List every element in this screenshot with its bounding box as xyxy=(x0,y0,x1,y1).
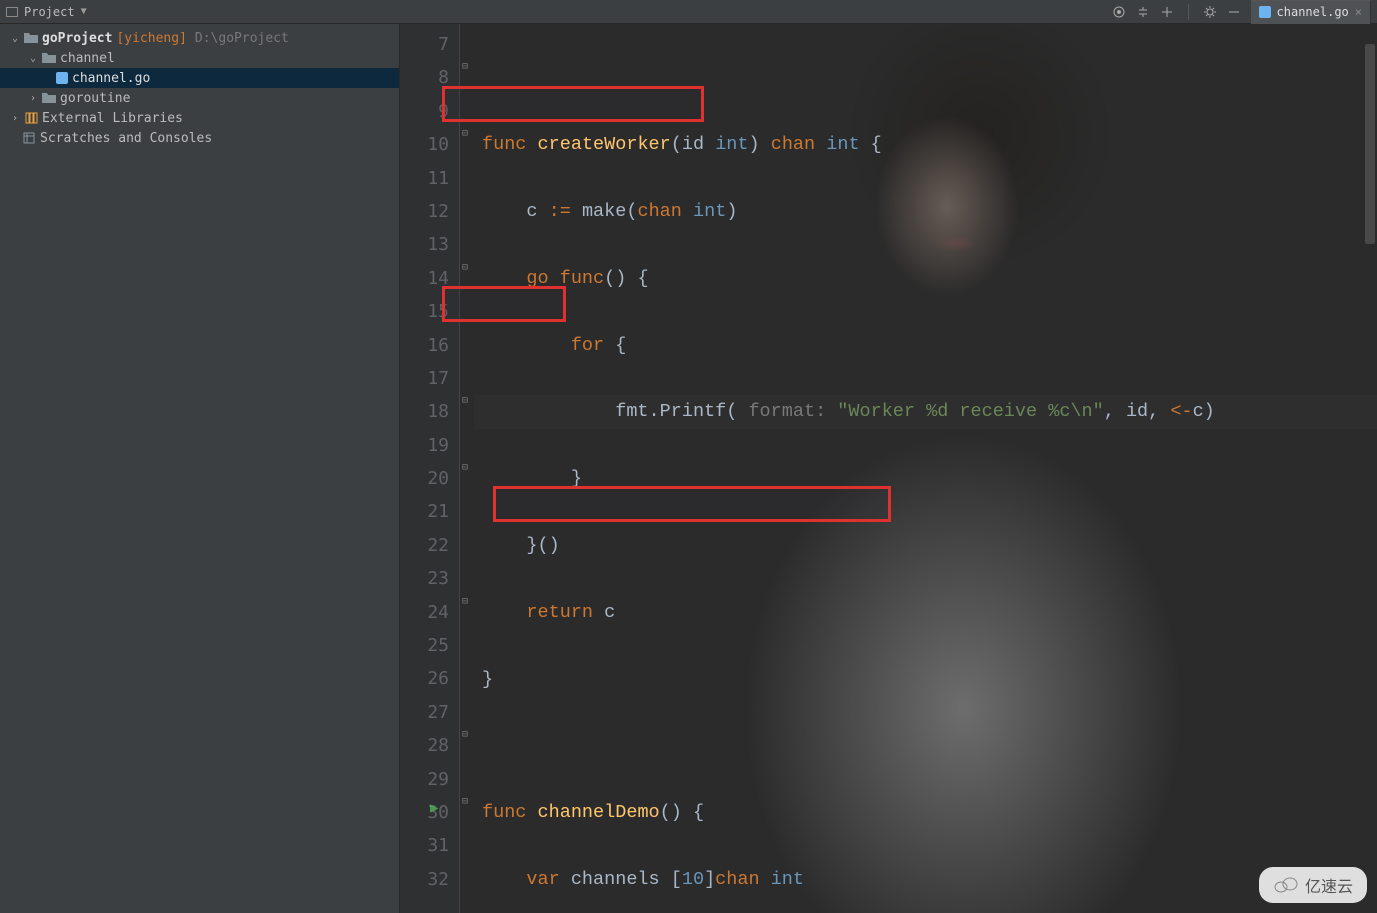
tab-label: channel.go xyxy=(1277,5,1349,19)
line-number[interactable]: 9 xyxy=(400,95,449,128)
code-line[interactable]: var channels [10]chan int xyxy=(474,863,1377,896)
scratches-label: Scratches and Consoles xyxy=(40,131,212,146)
code-area[interactable]: func createWorker(id int) chan int { c :… xyxy=(474,24,1377,913)
chevron-down-icon[interactable]: ⌄ xyxy=(28,53,38,64)
line-number[interactable]: 7 xyxy=(400,28,449,61)
code-line[interactable]: }() xyxy=(474,529,1377,562)
line-number[interactable]: 20 xyxy=(400,462,449,495)
line-number[interactable]: 11 xyxy=(400,162,449,195)
line-number[interactable]: 10 xyxy=(400,128,449,161)
line-number[interactable]: 21 xyxy=(400,495,449,528)
line-number[interactable]: 30 xyxy=(400,796,449,829)
line-number[interactable]: 18 xyxy=(400,395,449,428)
line-number[interactable]: 28 xyxy=(400,729,449,762)
tree-ext-libs[interactable]: › External Libraries xyxy=(0,108,399,128)
top-bar: Project ▼ channel.go × xyxy=(0,0,1377,24)
run-icon[interactable]: ▶ xyxy=(430,800,438,816)
line-gutter[interactable]: 7891011121314151617181920212223242526272… xyxy=(400,24,460,913)
chevron-down-icon: ▼ xyxy=(81,6,87,17)
fold-marker[interactable]: ⊟ xyxy=(460,61,470,71)
code-line[interactable]: for { xyxy=(474,329,1377,362)
code-line[interactable]: return c xyxy=(474,596,1377,629)
fold-marker[interactable]: ⊟ xyxy=(460,596,470,606)
gear-icon[interactable] xyxy=(1203,5,1217,19)
channel-dir-label: channel xyxy=(60,51,115,66)
root-branch: [yicheng] xyxy=(116,31,186,46)
line-number[interactable]: 8 xyxy=(400,61,449,94)
chevron-right-icon[interactable]: › xyxy=(10,113,20,124)
fold-marker[interactable]: ⊟ xyxy=(460,462,470,472)
line-number[interactable]: 27 xyxy=(400,696,449,729)
code-line[interactable]: func channelDemo() { xyxy=(474,796,1377,829)
line-number[interactable]: 12 xyxy=(400,195,449,228)
go-file-icon xyxy=(1259,6,1271,18)
window-icon xyxy=(6,7,18,17)
watermark: 亿速云 xyxy=(1259,867,1367,903)
line-number[interactable]: 19 xyxy=(400,429,449,462)
fold-marker[interactable]: ⊟ xyxy=(460,395,470,405)
tree-channel-file[interactable]: channel.go xyxy=(0,68,399,88)
library-icon xyxy=(24,111,38,125)
code-line[interactable] xyxy=(474,729,1377,762)
fold-marker[interactable]: ⊟ xyxy=(460,796,470,806)
root-name: goProject xyxy=(42,31,112,46)
code-line-current[interactable]: fmt.Printf( format: "Worker %d receive %… xyxy=(474,395,1377,428)
tree-goroutine-dir[interactable]: › goroutine xyxy=(0,88,399,108)
code-line[interactable]: go func() { xyxy=(474,262,1377,295)
line-number[interactable]: 16 xyxy=(400,329,449,362)
line-number[interactable]: 32 xyxy=(400,863,449,896)
folder-icon xyxy=(42,92,56,104)
tree-root[interactable]: ⌄ goProject [yicheng] D:\goProject xyxy=(0,28,399,48)
line-number[interactable]: 31 xyxy=(400,829,449,862)
code-editor[interactable]: 7891011121314151617181920212223242526272… xyxy=(400,24,1377,913)
project-tree[interactable]: ⌄ goProject [yicheng] D:\goProject ⌄ cha… xyxy=(0,24,400,913)
code-line[interactable]: func createWorker(id int) chan int { xyxy=(474,128,1377,161)
line-number[interactable]: 17 xyxy=(400,362,449,395)
code-line[interactable]: } xyxy=(474,462,1377,495)
watermark-text: 亿速云 xyxy=(1305,873,1353,897)
code-line[interactable] xyxy=(474,61,1377,94)
line-number[interactable]: 25 xyxy=(400,629,449,662)
code-line[interactable]: c := make(chan int) xyxy=(474,195,1377,228)
tree-channel-dir[interactable]: ⌄ channel xyxy=(0,48,399,68)
fold-column[interactable]: ⊟ ⊟ ⊟ ⊟ ⊟ ⊟ ⊟ ⊟ ▶ xyxy=(460,24,474,913)
code-line[interactable]: } xyxy=(474,663,1377,696)
vertical-scrollbar[interactable] xyxy=(1363,24,1375,913)
editor-tabs: channel.go × xyxy=(1251,0,1371,24)
line-number[interactable]: 26 xyxy=(400,662,449,695)
folder-icon xyxy=(24,32,38,44)
fold-marker[interactable]: ⊟ xyxy=(460,729,470,739)
main-area: ⌄ goProject [yicheng] D:\goProject ⌄ cha… xyxy=(0,24,1377,913)
chevron-down-icon[interactable]: ⌄ xyxy=(10,33,20,44)
toolbar-icons xyxy=(1112,4,1241,20)
close-icon[interactable]: × xyxy=(1355,5,1362,19)
go-file-icon xyxy=(56,72,68,84)
channel-file-label: channel.go xyxy=(72,71,150,86)
minimize-icon[interactable] xyxy=(1227,5,1241,19)
project-dropdown[interactable]: Project ▼ xyxy=(6,5,87,19)
line-number[interactable]: 22 xyxy=(400,529,449,562)
fold-marker[interactable]: ⊟ xyxy=(460,262,470,272)
line-number[interactable]: 29 xyxy=(400,763,449,796)
folder-icon xyxy=(42,52,56,64)
line-number[interactable]: 13 xyxy=(400,228,449,261)
collapse-icon[interactable] xyxy=(1160,5,1174,19)
line-number[interactable]: 15 xyxy=(400,295,449,328)
fold-marker[interactable]: ⊟ xyxy=(460,128,470,138)
root-path: D:\goProject xyxy=(195,31,289,46)
tree-scratches[interactable]: Scratches and Consoles xyxy=(0,128,399,148)
scratches-icon xyxy=(22,131,36,145)
goroutine-label: goroutine xyxy=(60,91,130,106)
line-number[interactable]: 24 xyxy=(400,596,449,629)
chevron-right-icon[interactable]: › xyxy=(28,93,38,104)
line-number[interactable]: 14 xyxy=(400,262,449,295)
scrollbar-thumb[interactable] xyxy=(1365,44,1375,244)
line-number[interactable]: 23 xyxy=(400,562,449,595)
expand-icon[interactable] xyxy=(1136,5,1150,19)
ext-libs-label: External Libraries xyxy=(42,111,183,126)
tab-channel-go[interactable]: channel.go × xyxy=(1251,0,1371,24)
target-icon[interactable] xyxy=(1112,5,1126,19)
project-label: Project xyxy=(24,5,75,19)
